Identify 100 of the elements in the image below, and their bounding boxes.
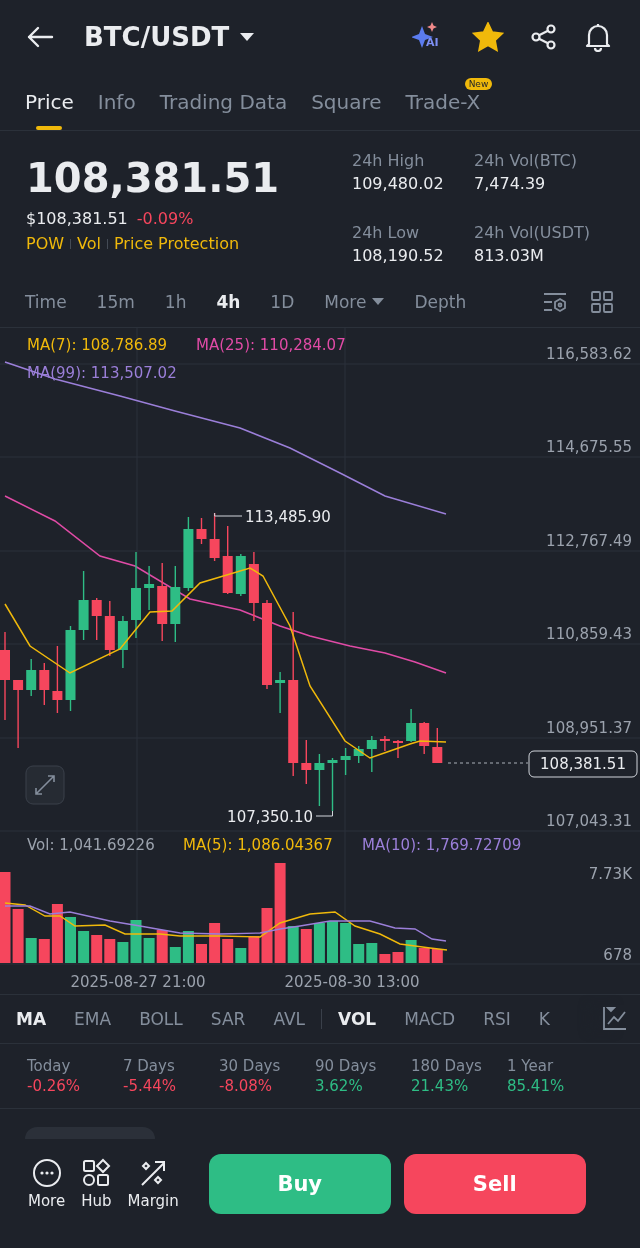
tab[interactable]: Info — [97, 74, 136, 130]
candlestick — [117, 615, 128, 669]
period-label: Today — [27, 1057, 72, 1075]
indicator-tab[interactable]: VOL — [338, 1009, 377, 1029]
candlestick — [144, 565, 155, 611]
price-tick: 112,767.49 — [546, 532, 632, 550]
action-button[interactable]: Hub — [81, 1158, 112, 1210]
tab[interactable]: Trading Data — [159, 74, 288, 130]
indicator-tab[interactable]: BOLL — [139, 1009, 183, 1029]
high-price-label: 113,485.90 — [245, 508, 331, 526]
candlestick — [196, 517, 207, 545]
interval-tab[interactable]: Depth — [414, 292, 467, 312]
volume-bar — [313, 923, 325, 963]
period-label: 30 Days — [219, 1057, 282, 1075]
indicator-tab[interactable]: MA — [16, 1009, 47, 1029]
caret-icon — [239, 32, 256, 42]
volume-legend: Vol: 1,041.69226 — [27, 836, 155, 854]
volume-bar — [327, 921, 338, 963]
candlestick — [222, 525, 233, 595]
price-change: -0.09% — [136, 209, 194, 228]
indicator-tab[interactable]: AVL — [273, 1009, 306, 1029]
expand-icon[interactable] — [25, 765, 65, 805]
interval-tab[interactable]: 1h — [164, 292, 187, 312]
sell-button[interactable]: Sell — [403, 1154, 586, 1214]
candlestick — [52, 645, 63, 714]
tab[interactable]: Square — [311, 74, 382, 130]
usd-price: $108,381.51 — [26, 209, 128, 228]
candlestick — [13, 679, 24, 749]
period-change: 85.41% — [507, 1077, 566, 1095]
candlestick — [353, 745, 364, 764]
back-icon[interactable] — [26, 25, 54, 49]
interval-tab[interactable]: 1D — [270, 292, 295, 312]
share-icon[interactable] — [530, 23, 558, 51]
interval-dropdown[interactable]: More — [324, 292, 385, 312]
action-button[interactable]: More — [28, 1158, 66, 1210]
date-label: 2025-08-30 13:00 — [284, 973, 420, 991]
new-badge: New — [464, 78, 493, 90]
leader-line — [315, 810, 333, 817]
candlestick — [406, 708, 417, 743]
tag-link[interactable]: Vol — [77, 234, 101, 253]
stat-label: 24h Vol(USDT) — [474, 223, 591, 242]
period-change: -5.44% — [123, 1077, 178, 1095]
candlestick — [78, 570, 89, 641]
ma-legend: MA(25): 110,284.07 — [196, 336, 346, 354]
price-tick: 108,951.37 — [546, 719, 632, 737]
stat-label: 24h Low — [352, 223, 421, 242]
date-label: 2025-08-27 21:00 — [70, 973, 206, 991]
volume-bar — [78, 931, 90, 963]
candlestick — [327, 757, 338, 812]
volume-tick: 7.73K — [588, 865, 632, 883]
stat-value: 109,480.02 — [352, 174, 445, 193]
indicator-tab[interactable]: EMA — [74, 1009, 112, 1029]
candlestick — [91, 597, 102, 641]
period-change: 3.62% — [315, 1077, 364, 1095]
tab[interactable]: Price — [25, 74, 74, 130]
last-price: 108,381.51 — [26, 155, 281, 201]
volume-bar — [300, 929, 312, 963]
candlestick — [39, 662, 50, 706]
period-label: 180 Days — [411, 1057, 483, 1075]
tag-link[interactable]: POW — [26, 234, 65, 253]
price-tick: 114,675.55 — [546, 438, 632, 456]
interval-tab[interactable]: 4h — [216, 292, 241, 312]
volume-bar — [91, 935, 103, 963]
period-label: 7 Days — [123, 1057, 176, 1075]
stat-value: 108,190.52 — [352, 246, 445, 265]
interval-tab[interactable]: 15m — [96, 292, 135, 312]
layout-grid-icon[interactable] — [590, 290, 614, 314]
candlestick — [314, 753, 325, 807]
tag-link[interactable]: Price Protection — [114, 234, 240, 253]
period-label: 90 Days — [315, 1057, 378, 1075]
indicator-tab[interactable]: RSI — [483, 1009, 511, 1029]
candlestick — [275, 671, 286, 714]
period-change: -8.08% — [219, 1077, 274, 1095]
period-change: 21.43% — [411, 1077, 470, 1095]
period-label: 1 Year — [507, 1057, 555, 1075]
stat-value: 813.03M — [474, 246, 545, 265]
candlestick — [432, 727, 443, 764]
interval-tab[interactable]: Time — [25, 292, 67, 312]
volume-legend: MA(10): 1,769.72709 — [362, 836, 522, 854]
candlestick — [301, 739, 312, 785]
indicator-tab[interactable]: K — [538, 1009, 550, 1029]
candlestick — [379, 735, 390, 752]
current-price-tag: 108,381.51 — [528, 750, 638, 778]
caret-icon — [372, 298, 385, 306]
period-change: -0.26% — [27, 1077, 82, 1095]
indicator-tab[interactable]: SAR — [210, 1009, 246, 1029]
indicator-tab[interactable]: MACD — [404, 1009, 456, 1029]
pair-selector[interactable]: BTC/USDT — [84, 22, 256, 52]
candlestick — [393, 739, 403, 759]
price-tick: 116,583.62 — [546, 345, 632, 363]
action-button[interactable]: Margin — [127, 1158, 179, 1210]
shapes-icon — [81, 1158, 112, 1188]
bell-icon[interactable] — [584, 22, 612, 52]
low-price-label: 107,350.10 — [227, 808, 313, 826]
volume-bar — [196, 944, 207, 963]
indicator-settings-icon[interactable] — [542, 290, 568, 314]
star-icon[interactable] — [472, 22, 504, 52]
stat-value: 7,474.39 — [474, 174, 547, 193]
volume-bar — [431, 949, 443, 963]
ai-assistant-button[interactable]: AI — [412, 22, 446, 52]
